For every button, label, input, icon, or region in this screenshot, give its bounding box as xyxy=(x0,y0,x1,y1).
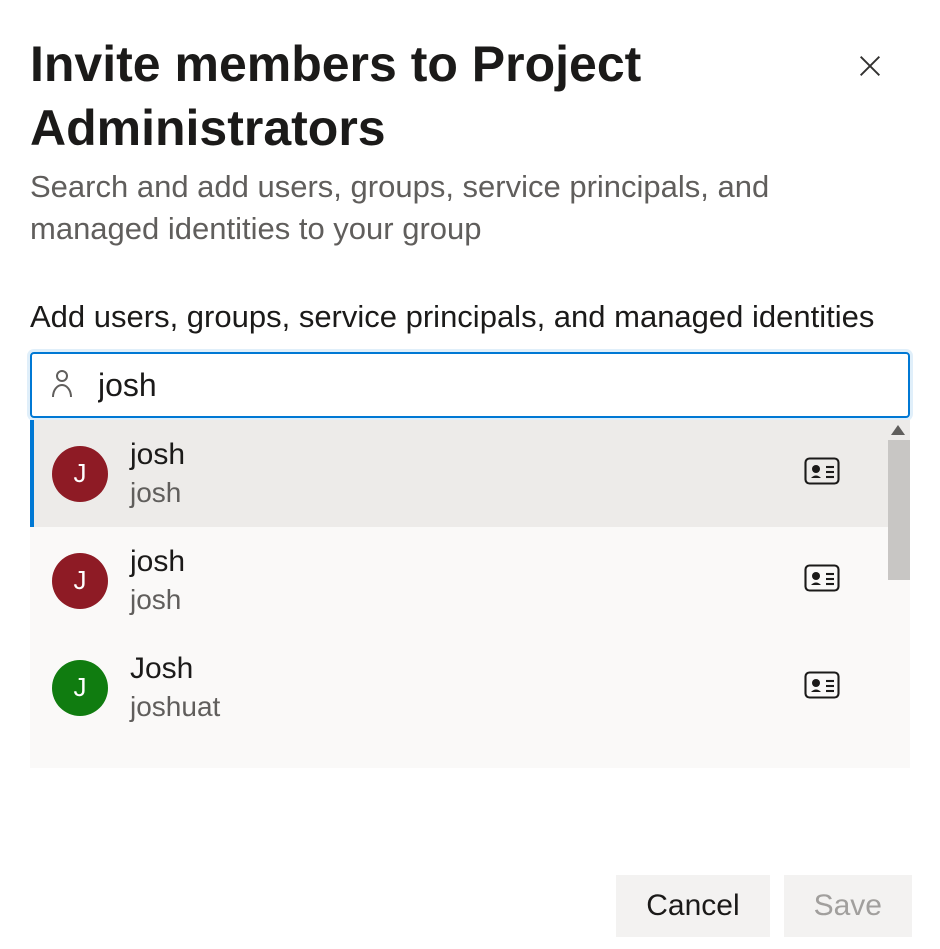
dialog-subtitle: Search and add users, groups, service pr… xyxy=(30,166,870,250)
scroll-up-arrow[interactable] xyxy=(886,420,910,440)
identity-search-field[interactable] xyxy=(30,352,910,418)
avatar: J xyxy=(52,660,108,716)
results-dropdown: Jjoshjosh Jjoshjosh JJoshjoshuat xyxy=(30,420,910,768)
dialog-footer: Cancel Save xyxy=(616,875,912,937)
search-input[interactable] xyxy=(96,366,890,405)
result-primary: josh xyxy=(130,437,804,473)
scrollbar-thumb[interactable] xyxy=(888,440,910,580)
person-icon xyxy=(50,368,74,403)
contact-card-icon[interactable] xyxy=(804,564,840,597)
close-icon xyxy=(856,52,884,80)
invite-members-panel: Invite members to Project Administrators… xyxy=(0,0,940,949)
contact-card-icon[interactable] xyxy=(804,671,840,704)
result-primary: Josh xyxy=(130,651,804,687)
avatar: J xyxy=(52,553,108,609)
save-button[interactable]: Save xyxy=(784,875,912,937)
result-secondary: josh xyxy=(130,582,804,617)
result-secondary: joshuat xyxy=(130,689,804,724)
avatar: J xyxy=(52,446,108,502)
contact-card-icon[interactable] xyxy=(804,457,840,490)
result-option[interactable]: Jjoshjosh xyxy=(30,527,910,634)
dialog-title: Invite members to Project Administrators xyxy=(30,32,830,160)
result-secondary: josh xyxy=(130,475,804,510)
result-primary: josh xyxy=(130,544,804,580)
result-text: Joshjoshuat xyxy=(130,651,804,724)
result-option[interactable]: J Joshjoshuat xyxy=(30,634,910,741)
close-button[interactable] xyxy=(848,44,892,88)
field-label: Add users, groups, service principals, a… xyxy=(30,296,910,339)
result-text: joshjosh xyxy=(130,437,804,510)
result-option[interactable]: Jjoshjosh xyxy=(30,420,910,527)
cancel-button[interactable]: Cancel xyxy=(616,875,769,937)
result-text: joshjosh xyxy=(130,544,804,617)
